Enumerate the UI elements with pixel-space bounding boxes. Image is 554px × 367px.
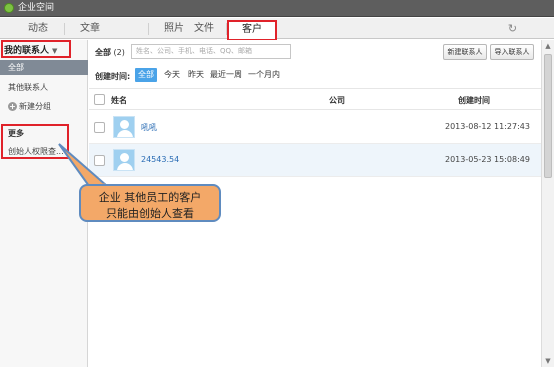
vertical-scrollbar[interactable]: ▲ ▼ — [541, 40, 554, 367]
filter-yesterday[interactable]: 昨天 — [185, 68, 207, 82]
app-logo-icon — [4, 3, 14, 13]
import-contact-button[interactable]: 导入联系人 — [490, 44, 534, 60]
search-input[interactable]: 姓名、公司、手机、电话、QQ、邮箱 — [131, 44, 291, 59]
tab-bar: 动态 文章 照片 文件 客户 ↻ — [0, 18, 554, 39]
count-label: (2) — [113, 48, 125, 57]
tab-divider — [64, 23, 65, 35]
callout-pointer — [58, 143, 110, 187]
plus-icon: + — [8, 102, 17, 111]
table-row[interactable]: 吼吼 2013-08-12 11:27:43 — [89, 111, 541, 144]
column-name[interactable]: 姓名 — [111, 95, 127, 106]
sidebar-item-all[interactable]: 全部 — [0, 60, 88, 75]
window-title: 企业空间 — [18, 3, 55, 13]
annotation-callout: 企业 其他员工的客户 只能由创始人查看 — [79, 184, 221, 222]
table-row[interactable]: 24543.54 2013-05-23 15:08:49 — [89, 144, 541, 177]
all-label: 全部 — [95, 48, 111, 57]
row-checkbox[interactable] — [94, 122, 105, 133]
filter-within-month[interactable]: 一个月内 — [247, 68, 281, 82]
callout-line-1: 企业 其他员工的客户 — [98, 191, 202, 204]
column-created[interactable]: 创建时间 — [458, 95, 490, 106]
new-group-label: 新建分组 — [19, 102, 51, 111]
scroll-thumb[interactable] — [544, 54, 552, 178]
highlight-box-my-contacts — [1, 40, 71, 58]
column-company[interactable]: 公司 — [329, 95, 345, 106]
callout-line-2: 只能由创始人查看 — [106, 207, 194, 220]
table-header: 姓名 公司 创建时间 — [89, 88, 541, 110]
tab-feed[interactable]: 动态 — [14, 21, 62, 37]
scroll-up-icon[interactable]: ▲ — [542, 40, 554, 52]
new-contact-button[interactable]: 新建联系人 — [443, 44, 487, 60]
filter-last-week[interactable]: 最近一周 — [209, 68, 243, 82]
tab-articles[interactable]: 文章 — [66, 21, 114, 37]
avatar[interactable] — [113, 116, 135, 138]
tab-divider — [148, 23, 149, 35]
new-group-button[interactable]: + 新建分组 — [8, 101, 51, 112]
refresh-icon[interactable]: ↻ — [506, 22, 519, 35]
sidebar-item-other-contacts[interactable]: 其他联系人 — [8, 82, 48, 93]
contact-name[interactable]: 24543.54 — [141, 155, 179, 164]
all-count: 全部 (2) — [95, 47, 125, 58]
filter-today[interactable]: 今天 — [161, 68, 183, 82]
filter-all[interactable]: 全部 — [135, 68, 157, 82]
contact-name[interactable]: 吼吼 — [141, 122, 157, 133]
select-all-checkbox[interactable] — [94, 94, 105, 105]
scroll-down-icon[interactable]: ▼ — [542, 355, 554, 367]
sidebar: 我的联系人 ▼ 全部 其他联系人 + 新建分组 更多 创始人权限查... — [0, 40, 88, 367]
created-time: 2013-08-12 11:27:43 — [445, 122, 530, 131]
created-time: 2013-05-23 15:08:49 — [445, 155, 530, 164]
title-bar: 企业空间 — [0, 0, 554, 17]
tab-files[interactable]: 文件 — [180, 21, 228, 37]
filter-label: 创建时间: — [95, 72, 131, 81]
highlight-box-customers-tab — [227, 20, 277, 41]
